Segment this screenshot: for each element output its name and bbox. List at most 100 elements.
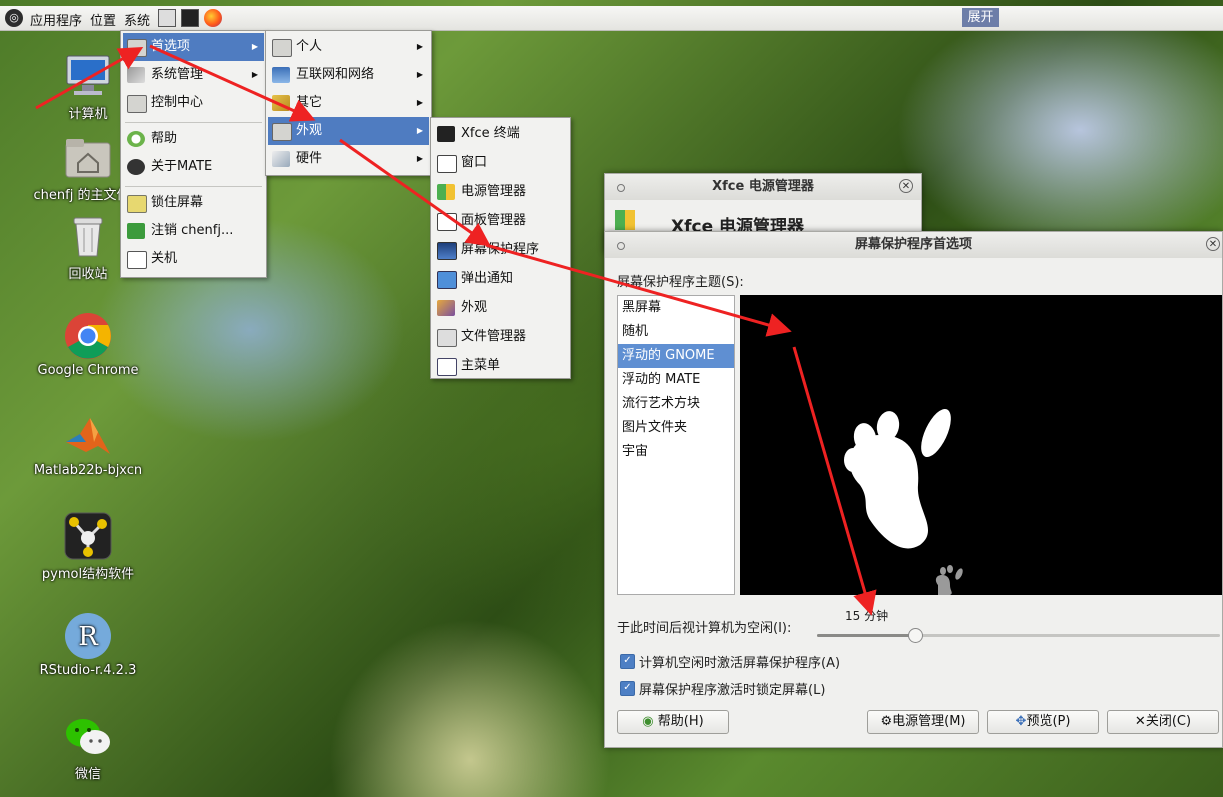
idle-value-label: 15 分钟: [845, 609, 889, 623]
window-titlebar: 屏幕保护程序首选项: [605, 232, 1222, 258]
rstudio-icon: R: [64, 612, 112, 660]
menu-item-personal[interactable]: 个人 ▶: [268, 33, 429, 61]
file-manager-launcher-icon[interactable]: [158, 9, 176, 27]
menu-item-window[interactable]: 窗口: [433, 149, 568, 177]
desktop-icon-pymol[interactable]: pymol结构软件: [23, 512, 153, 582]
idle-time-slider-handle[interactable]: [908, 628, 923, 643]
control-center-icon: [127, 95, 147, 113]
menu-item-file-manager[interactable]: 文件管理器: [433, 323, 568, 351]
menu-item-panel-manager[interactable]: 面板管理器: [433, 207, 568, 235]
preferences-icon: [127, 39, 147, 57]
svg-text:R: R: [78, 622, 99, 652]
window-title: Xfce 电源管理器: [712, 179, 814, 194]
window-titlebar: Xfce 电源管理器: [605, 174, 921, 200]
desktop-icon-matlab[interactable]: Matlab22b-bjxcn: [23, 412, 153, 478]
file-manager-icon: [437, 329, 457, 347]
menu-system[interactable]: 系统: [124, 10, 150, 29]
desktop-icon-label: 微信: [74, 767, 101, 782]
window-title: 屏幕保护程序首选项: [854, 237, 972, 252]
submenu-arrow-icon: ▶: [416, 154, 423, 163]
theme-item-random[interactable]: 随机: [618, 320, 734, 344]
activate-screensaver-checkbox[interactable]: ✓: [620, 654, 635, 669]
terminal-icon: [437, 126, 455, 142]
theme-item-blank[interactable]: 黑屏幕: [618, 296, 734, 320]
submenu-arrow-icon: ▶: [416, 126, 423, 135]
menu-item-shutdown[interactable]: 关机: [123, 245, 264, 273]
mate-icon: [127, 159, 145, 175]
system-menu: 首选项 ▶ 系统管理 ▶ 控制中心 帮助 关于MATE 锁住屏幕 注销 chenfj…: [120, 30, 267, 278]
notifications-icon: [437, 271, 457, 289]
submenu-arrow-icon: ▶: [251, 70, 258, 79]
menu-item-control-center[interactable]: 控制中心: [123, 89, 264, 117]
activate-screensaver-label: 计算机空闲时激活屏幕保护程序(A): [639, 656, 841, 671]
terminal-launcher-icon[interactable]: [181, 9, 199, 27]
desktop-icon-wechat[interactable]: 微信: [23, 712, 153, 782]
help-button[interactable]: ◉ 帮助(H): [617, 710, 729, 734]
help-icon: ◉: [642, 714, 654, 729]
theme-item-pop-art-squares[interactable]: 流行艺术方块: [618, 392, 734, 416]
preview-icon: ✥: [1015, 714, 1027, 729]
theme-item-pictures-folder[interactable]: 图片文件夹: [618, 416, 734, 440]
main-menu-icon: [437, 358, 457, 376]
desktop-icon-rstudio[interactable]: R RStudio-r.4.2.3: [23, 612, 153, 678]
theme-item-floating-gnome[interactable]: 浮动的 GNOME: [618, 344, 734, 368]
menu-item-hardware[interactable]: 硬件 ▶: [268, 145, 429, 173]
preferences-submenu: 个人 ▶ 互联网和网络 ▶ 其它 ▶ 外观 ▶ 硬件 ▶: [265, 30, 432, 176]
menu-item-notifications[interactable]: 弹出通知: [433, 265, 568, 293]
menu-item-help[interactable]: 帮助: [123, 125, 264, 153]
wechat-icon: [64, 712, 112, 760]
menu-applications[interactable]: 应用程序: [30, 10, 82, 29]
power-icon: ⚙: [880, 714, 893, 729]
menu-places[interactable]: 位置: [90, 10, 116, 29]
close-icon[interactable]: ✕: [1206, 237, 1220, 251]
close-icon: ✕: [1134, 714, 1146, 729]
lock-screen-label: 屏幕保护程序激活时锁定屏幕(L): [639, 683, 826, 698]
lock-screen-checkbox[interactable]: ✓: [620, 681, 635, 696]
theme-list: 黑屏幕 随机 浮动的 GNOME 浮动的 MATE 流行艺术方块 图片文件夹 宇…: [617, 295, 735, 595]
idle-time-label: 于此时间后视计算机为空闲(I):: [617, 621, 792, 636]
theme-item-floating-mate[interactable]: 浮动的 MATE: [618, 368, 734, 392]
menu-item-preferences[interactable]: 首选项 ▶: [123, 33, 264, 61]
theme-item-cosmos[interactable]: 宇宙: [618, 440, 734, 464]
screensaver-preferences-window: 屏幕保护程序首选项 ✕ 屏幕保护程序主题(S): 黑屏幕 随机 浮动的 GNOM…: [604, 231, 1223, 748]
power-manager-icon: [615, 210, 635, 230]
window-menu-icon[interactable]: [617, 242, 625, 250]
other-icon: [272, 95, 290, 111]
menu-item-main-menu[interactable]: 主菜单: [433, 352, 568, 380]
expand-button[interactable]: 展开: [962, 8, 999, 27]
menu-item-lock-screen[interactable]: 锁住屏幕: [123, 189, 264, 217]
menu-item-other[interactable]: 其它 ▶: [268, 89, 429, 117]
preview-button[interactable]: ✥预览(P): [987, 710, 1099, 734]
chrome-icon: [64, 312, 112, 360]
window-menu-icon[interactable]: [617, 184, 625, 192]
mate-logo-icon[interactable]: ◎: [5, 9, 23, 27]
pymol-icon: [64, 512, 112, 560]
desktop-icon-chrome[interactable]: Google Chrome: [23, 312, 153, 378]
top-panel: ◎ 应用程序 位置 系统 展开: [0, 6, 1223, 31]
logout-icon: [127, 223, 145, 239]
menu-item-appearance[interactable]: 外观 ▶: [268, 117, 429, 145]
appearance-submenu: Xfce 终端 窗口 电源管理器 面板管理器 屏幕保护程序 弹出通知 外观 文件…: [430, 117, 571, 379]
desktop-icon-label: pymol结构软件: [41, 567, 135, 582]
menu-item-screensaver[interactable]: 屏幕保护程序: [433, 236, 568, 264]
menu-item-xfce-terminal[interactable]: Xfce 终端: [433, 120, 568, 148]
firefox-launcher-icon[interactable]: [204, 9, 222, 27]
menu-item-administration[interactable]: 系统管理 ▶: [123, 61, 264, 89]
desktop-icon-label: Matlab22b-bjxcn: [33, 463, 143, 478]
screensaver-preview: [740, 295, 1222, 595]
menu-separator: [125, 122, 262, 123]
close-icon[interactable]: ✕: [899, 179, 913, 193]
submenu-arrow-icon: ▶: [416, 98, 423, 107]
computer-icon: [64, 52, 112, 100]
trash-icon: [64, 212, 112, 260]
power-management-button[interactable]: ⚙电源管理(M): [867, 710, 979, 734]
menu-item-about-mate[interactable]: 关于MATE: [123, 153, 264, 181]
menu-item-internet-network[interactable]: 互联网和网络 ▶: [268, 61, 429, 89]
submenu-arrow-icon: ▶: [416, 70, 423, 79]
menu-item-logout[interactable]: 注销 chenfj...: [123, 217, 264, 245]
idle-time-slider[interactable]: [817, 628, 1220, 643]
idle-time-slider-fill: [817, 634, 915, 637]
menu-item-appearance-settings[interactable]: 外观: [433, 294, 568, 322]
close-button[interactable]: ✕关闭(C): [1107, 710, 1219, 734]
menu-item-power-manager[interactable]: 电源管理器: [433, 178, 568, 206]
